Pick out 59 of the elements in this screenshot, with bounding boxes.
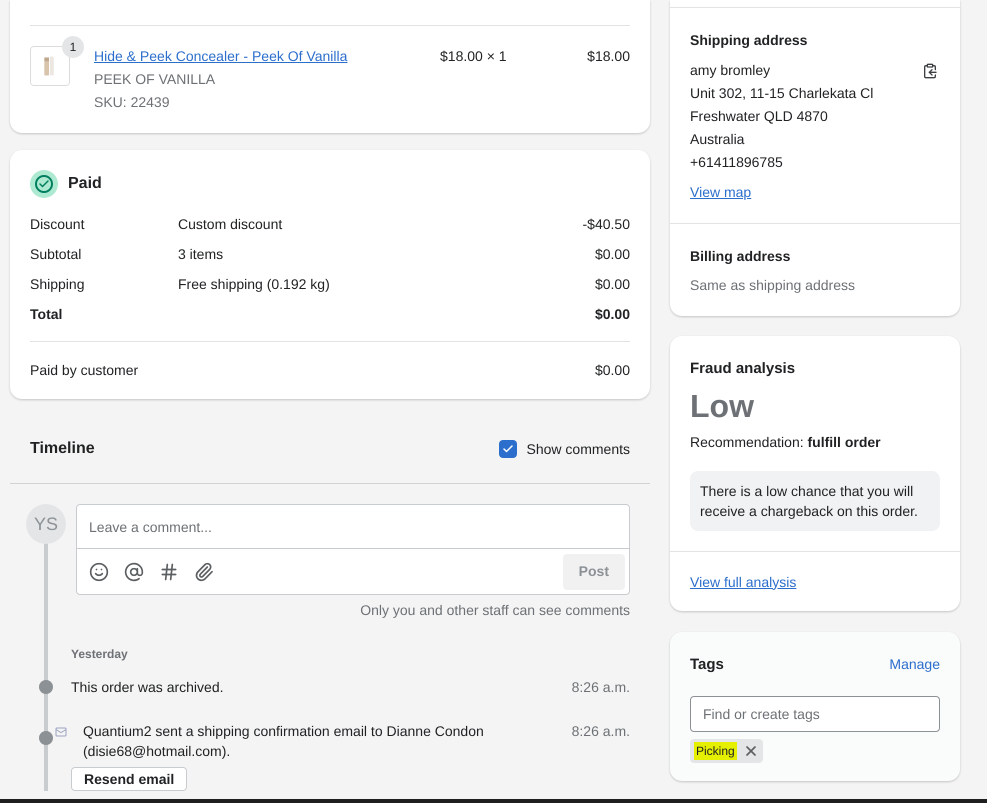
quantity-badge: 1 [62,36,84,58]
summary-detail: Free shipping (0.192 kg) [178,275,330,294]
day-label: Yesterday [71,647,128,661]
summary-label: Shipping [30,275,86,294]
event-text: Quantium2 sent a shipping confirmation email to Dianne Condon (disie68@hotmail.com). [83,722,485,761]
sku-text: SKU: 22439 [94,93,170,112]
summary-detail: 3 items [178,245,224,264]
summary-label: Discount [30,215,86,234]
summary-amount: $0.00 [594,245,630,264]
comment-field[interactable]: Leave a comment... [77,505,629,549]
summary-amount: $0.00 [594,305,630,324]
show-comments-label: Show comments [526,440,630,458]
checkmark-icon [502,443,514,455]
billing-address-text: Same as shipping address [690,276,856,295]
email-icon [55,726,67,738]
hashtag-icon[interactable] [159,562,179,582]
show-comments-checkbox[interactable] [498,440,517,458]
manage-link[interactable]: Manage [889,654,940,676]
address-line: +61411896785 [690,153,784,172]
product-link[interactable]: Hide & Peek Concealer - Peek Of Vanilla [94,46,440,67]
copy-icon[interactable] [922,63,938,79]
payment-status: Paid [68,174,102,194]
timeline-title: Timeline [30,439,95,459]
view-map-link[interactable]: View map [690,182,752,203]
view-full-analysis-link[interactable]: View full analysis [690,574,796,590]
summary-label: Subtotal [30,245,82,264]
event-time: 8:26 a.m. [572,678,630,697]
attachment-icon[interactable] [194,562,214,582]
tag-label: Picking [694,742,737,760]
event-time: 8:26 a.m. [572,722,630,741]
unit-price: $18.00 × 1 [440,47,508,66]
line-total: $18.00 [586,47,630,66]
summary-amount: -$40.50 [582,215,630,234]
paid-by-amount: $0.00 [594,361,630,380]
variant-text: PEEK OF VANILLA [94,70,216,89]
summary-amount: $0.00 [594,275,630,294]
address-line: Australia [690,130,746,149]
mention-icon[interactable] [124,562,144,582]
post-button[interactable]: Post [562,554,625,590]
tags-field[interactable]: Find or create tags [690,696,940,732]
event-text: This order was archived. [71,678,225,697]
comments-note: Only you and other staff can see comments [360,602,630,618]
summary-label: Total [30,305,64,324]
billing-address-title: Billing address [690,247,792,266]
recommendation-text: Recommendation: fulfill order [690,432,882,452]
comment-box[interactable]: Leave a comment... Post [76,504,630,595]
address-line: Freshwater QLD 4870 [690,107,829,126]
summary-detail: Custom discount [178,215,282,234]
paid-by-label: Paid by customer [30,361,138,380]
address-line: amy bromley [690,61,772,80]
resend-email-button[interactable]: Resend email [71,767,188,791]
fraud-title: Fraud analysis [690,359,796,379]
avatar: YS [26,504,66,544]
address-line: Unit 302, 11-15 Charlekata Cl [690,84,874,103]
risk-level: Low [690,386,755,426]
shipping-address-title: Shipping address [690,31,808,50]
tags-title: Tags [690,654,724,674]
emoji-icon[interactable] [89,562,109,582]
fraud-note: There is a low chance that you will receive a chargeback on this order. [690,470,940,530]
